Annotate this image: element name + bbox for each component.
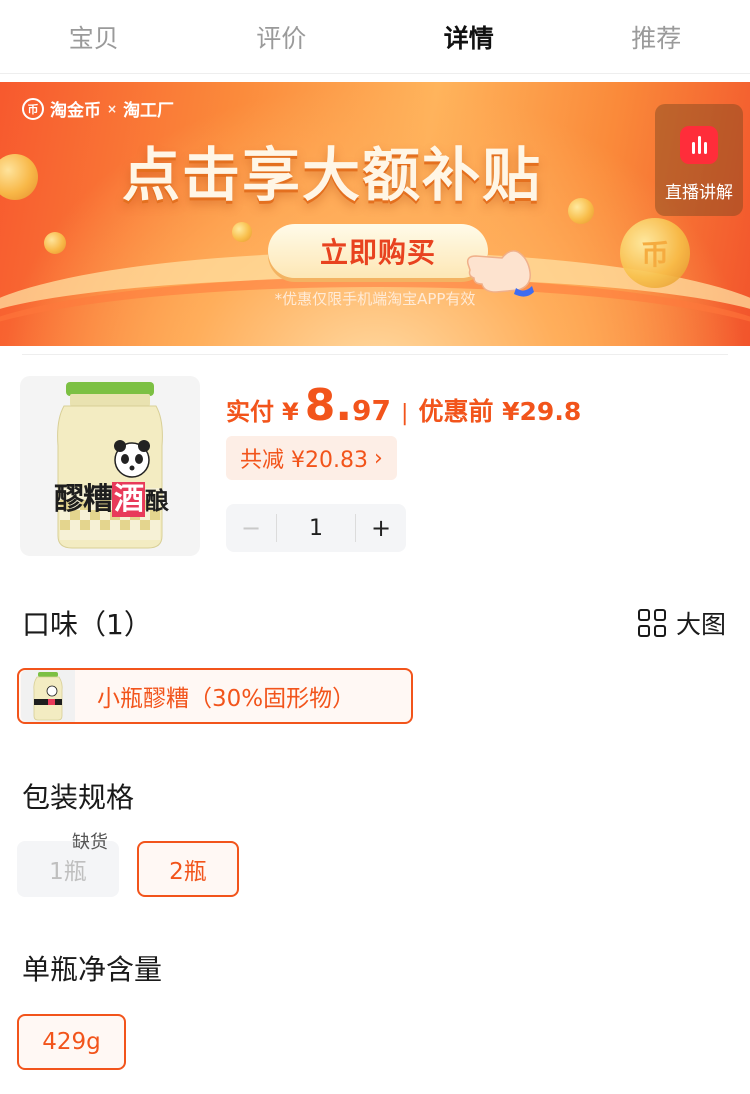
jar-label-end: 酿 bbox=[145, 487, 169, 515]
flavor-option-small-bottle[interactable]: 小瓶醪糟（30%固形物） bbox=[17, 668, 413, 724]
coin-decoration bbox=[232, 222, 252, 242]
flavor-option-thumbnail bbox=[21, 670, 75, 722]
coin-icon: 币 bbox=[620, 218, 690, 288]
live-explain-button[interactable]: 直播讲解 bbox=[655, 104, 743, 216]
price-before-discount: 优惠前 ¥29.8 bbox=[418, 397, 582, 426]
live-bars-icon bbox=[680, 126, 718, 164]
big-image-toggle[interactable]: 大图 bbox=[637, 605, 726, 641]
price-integer: 8. bbox=[304, 380, 353, 431]
live-explain-label: 直播讲解 bbox=[665, 183, 733, 203]
section-divider bbox=[22, 354, 728, 355]
total-discount-badge[interactable]: 共减 ¥20.83 › bbox=[226, 436, 397, 480]
banner-headline: 点击享大额补贴 bbox=[122, 141, 543, 209]
package-option-2-bottles[interactable]: 2瓶 bbox=[137, 841, 239, 897]
jar-label-accent: 酒 bbox=[112, 482, 145, 517]
net-content-option-label: 429g bbox=[42, 1029, 101, 1055]
subsidy-banner[interactable]: 币 币 淘金币 × 淘工厂 点击享大额补贴 立即购买 *优惠仅限手机端淘宝APP… bbox=[0, 82, 750, 346]
decrease-quantity-button[interactable]: − bbox=[226, 504, 276, 552]
tab-details[interactable]: 详情 bbox=[375, 0, 563, 73]
flavor-title: 口味（1） bbox=[22, 608, 152, 641]
buy-now-button[interactable]: 立即购买 bbox=[268, 224, 488, 278]
quantity-value[interactable]: 1 bbox=[276, 514, 356, 542]
tab-recommend[interactable]: 推荐 bbox=[563, 0, 750, 73]
grid-view-icon bbox=[637, 609, 666, 637]
quantity-stepper: − 1 + bbox=[226, 504, 406, 552]
net-content-option-429g[interactable]: 429g bbox=[17, 1014, 126, 1070]
jar-illustration bbox=[57, 382, 163, 549]
jar-label: 醪糟酒酿 bbox=[54, 474, 169, 518]
coin-decoration bbox=[44, 232, 66, 254]
taojinbi-logo-icon: 币 bbox=[22, 97, 44, 120]
jar-label-text: 醪糟 bbox=[54, 482, 113, 517]
price-decimal: 97 bbox=[352, 394, 392, 427]
chevron-right-icon: › bbox=[373, 445, 383, 471]
brand-right: 淘工厂 bbox=[123, 101, 175, 121]
currency-symbol: ¥ bbox=[282, 398, 299, 426]
coin-decoration bbox=[0, 154, 38, 200]
package-title: 包装规格 bbox=[22, 781, 135, 814]
actual-pay-label: 实付 bbox=[226, 398, 274, 426]
tab-reviews[interactable]: 评价 bbox=[188, 0, 376, 73]
banner-note: *优惠仅限手机端淘宝APP有效 bbox=[274, 290, 476, 308]
net-content-title: 单瓶净含量 bbox=[22, 953, 163, 986]
big-image-label: 大图 bbox=[675, 610, 726, 639]
banner-brand: 币 淘金币 × 淘工厂 bbox=[22, 96, 174, 121]
price-separator: | bbox=[401, 401, 409, 426]
tab-baobei[interactable]: 宝贝 bbox=[0, 0, 188, 73]
brand-left: 淘金币 bbox=[50, 101, 101, 121]
increase-quantity-button[interactable]: + bbox=[356, 504, 406, 552]
discount-text: 共减 ¥20.83 bbox=[240, 448, 368, 473]
package-option-label: 1瓶 bbox=[49, 859, 87, 885]
top-tab-bar: 宝贝 评价 详情 推荐 bbox=[0, 0, 750, 74]
product-image[interactable]: 醪糟酒酿 bbox=[20, 376, 200, 556]
flavor-option-label: 小瓶醪糟（30%固形物） bbox=[97, 686, 356, 712]
price-row: 实付 ¥ 8. 97 | 优惠前 ¥29.8 bbox=[226, 380, 581, 431]
coin-symbol: 币 bbox=[640, 238, 669, 271]
brand-x: × bbox=[107, 101, 118, 116]
package-option-label: 2瓶 bbox=[169, 859, 207, 885]
out-of-stock-tag: 缺货 bbox=[72, 832, 108, 853]
